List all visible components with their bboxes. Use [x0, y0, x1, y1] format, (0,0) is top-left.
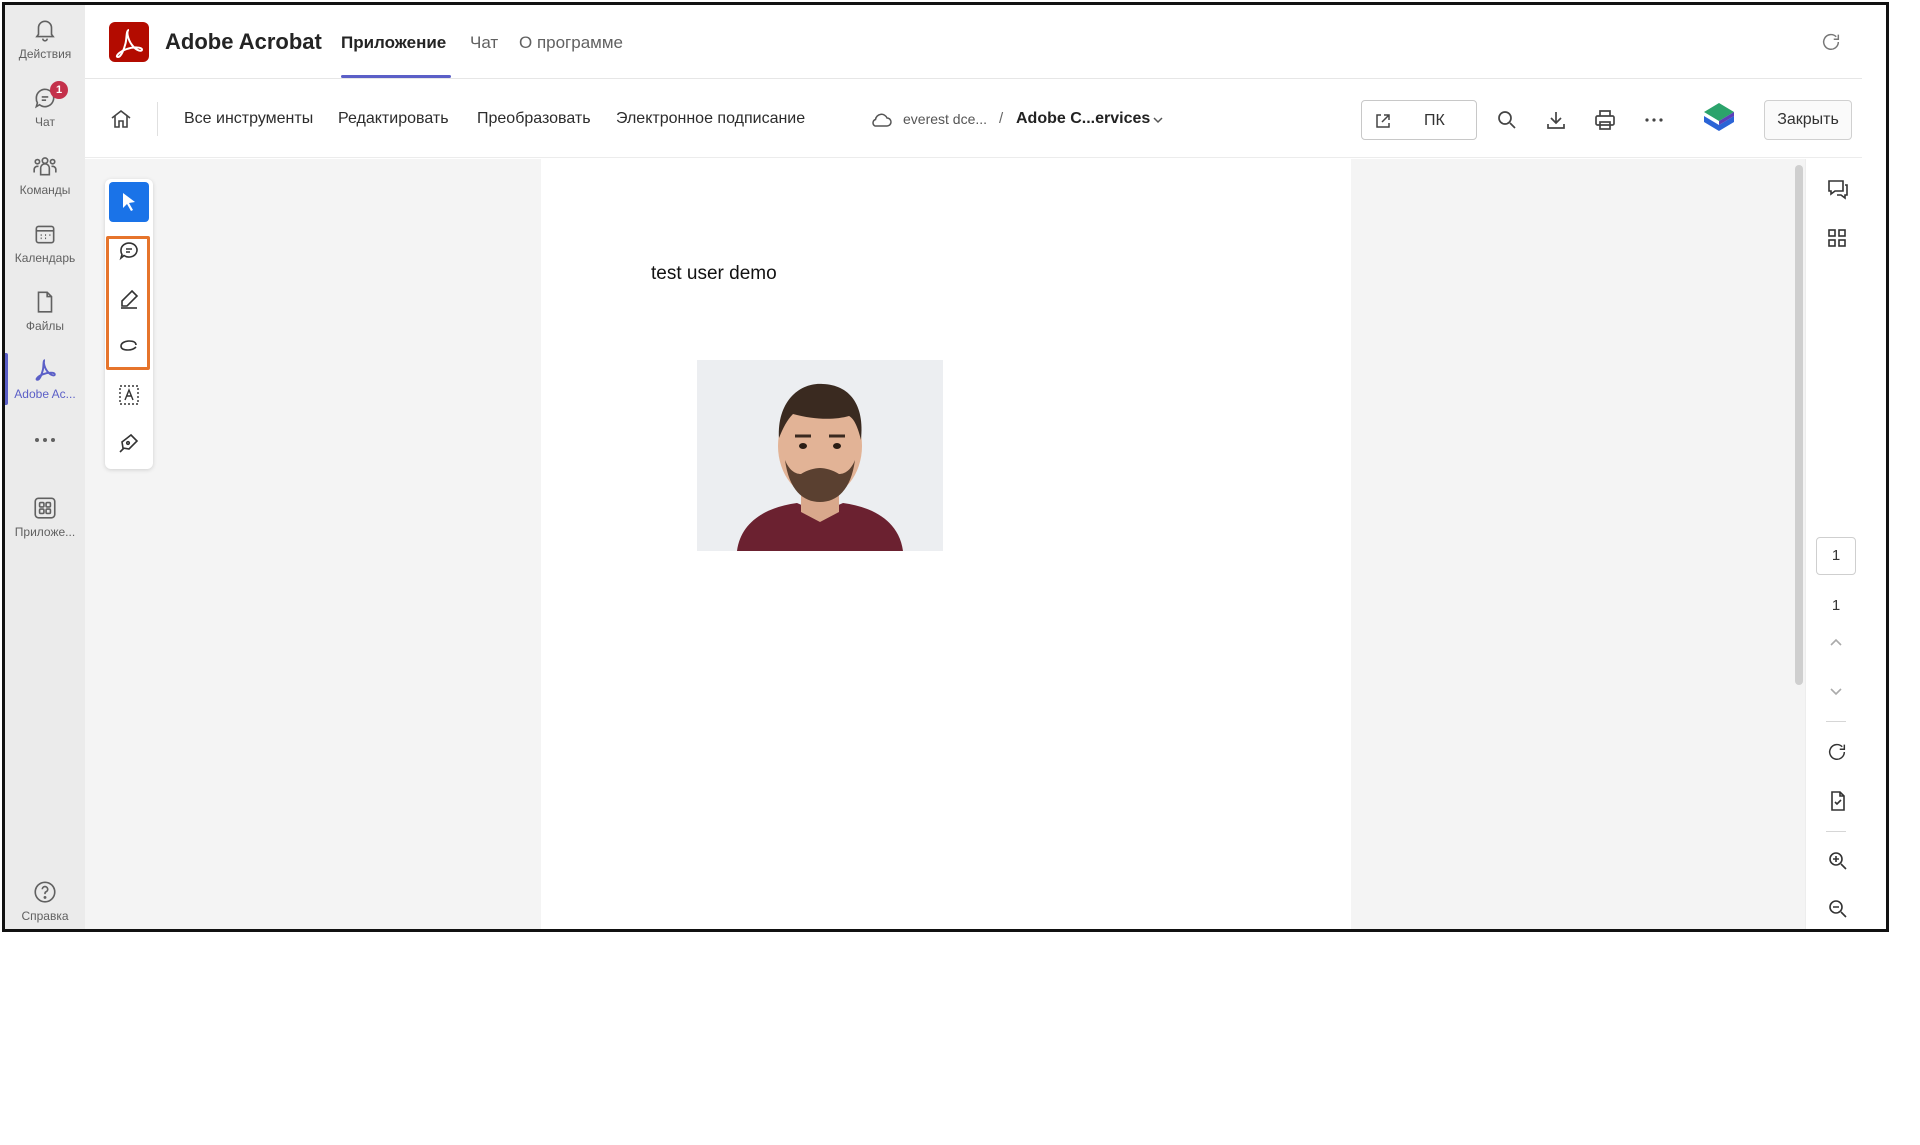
tab-about[interactable]: О программе: [519, 33, 623, 53]
download-button[interactable]: [1544, 108, 1568, 137]
user-avatar[interactable]: [1700, 100, 1738, 138]
rail-label: Команды: [19, 183, 71, 197]
rail-label: Приложе...: [14, 525, 76, 539]
comments-icon: [1828, 180, 1848, 200]
more-horizontal-icon: [1645, 118, 1663, 122]
tool-text-recognition[interactable]: [109, 375, 149, 415]
pdf-page[interactable]: test user demo: [541, 159, 1351, 929]
cloud-icon: [869, 109, 893, 134]
zoom-out-button[interactable]: [1826, 897, 1850, 926]
chat-badge: 1: [50, 81, 68, 99]
zoom-out-icon: [1829, 900, 1847, 918]
menu-convert[interactable]: Преобразовать: [477, 110, 591, 128]
document-workspace: test user demo 1 1: [85, 159, 1865, 929]
calendar-icon: [35, 225, 55, 244]
rail-item-calendar[interactable]: Календарь: [5, 221, 85, 265]
comments-panel-button[interactable]: [1826, 177, 1850, 206]
search-button[interactable]: [1495, 108, 1519, 137]
rail-label: Adobe Ac...: [14, 387, 76, 401]
acrobat-toolbar: Все инструменты Редактировать Преобразов…: [85, 80, 1862, 158]
text-select-icon: [119, 385, 139, 405]
home-button[interactable]: [109, 107, 133, 136]
cursor-arrow-icon: [123, 193, 135, 211]
app-header: Adobe Acrobat Приложение Чат О программе: [85, 5, 1862, 79]
rail-label: Файлы: [25, 319, 65, 333]
teams-app-rail: Действия 1 Чат Команды Календарь Файлы A…: [5, 5, 85, 929]
tab-chat[interactable]: Чат: [470, 33, 498, 53]
avatar-icon: [1704, 103, 1734, 131]
grid-icon: [1828, 229, 1846, 247]
open-external-icon: [1376, 114, 1390, 128]
rail-item-help[interactable]: Справка: [5, 879, 85, 923]
menu-all-tools[interactable]: Все инструменты: [184, 110, 313, 128]
rail-item-activity[interactable]: Действия: [5, 17, 85, 61]
rail-item-files[interactable]: Файлы: [5, 289, 85, 333]
document-tools-icon: [1831, 791, 1845, 811]
rail-divider: [1826, 721, 1846, 722]
chevron-down-icon: [1830, 688, 1842, 696]
tab-application[interactable]: Приложение: [341, 33, 446, 53]
rail-label: Календарь: [14, 251, 76, 265]
next-page-button[interactable]: [1826, 681, 1846, 706]
tool-sign[interactable]: [109, 423, 149, 463]
vertical-scrollbar[interactable]: [1795, 165, 1803, 685]
breadcrumb-separator: /: [999, 110, 1004, 127]
menu-edit[interactable]: Редактировать: [338, 110, 449, 128]
chevron-down-icon[interactable]: [1152, 113, 1164, 131]
rail-item-teams[interactable]: Команды: [5, 153, 85, 197]
total-pages: 1: [1831, 597, 1841, 614]
print-icon: [1595, 110, 1615, 130]
rail-item-more[interactable]: [5, 435, 85, 445]
current-page-input[interactable]: 1: [1816, 537, 1856, 575]
main-area: Adobe Acrobat Приложение Чат О программе…: [85, 5, 1865, 929]
page-tools-button[interactable]: [1826, 789, 1850, 818]
rotate-button[interactable]: [1826, 741, 1848, 768]
portrait-photo: [697, 360, 943, 551]
active-tab-indicator: [341, 75, 451, 78]
tool-group-highlight-box: [106, 236, 150, 370]
rail-item-apps[interactable]: Приложе...: [5, 495, 85, 539]
open-in-desktop-button[interactable]: ПК: [1361, 100, 1477, 140]
rail-label: Справка: [21, 909, 69, 923]
zoom-in-button[interactable]: [1826, 849, 1850, 878]
download-icon: [1547, 112, 1565, 129]
zoom-in-icon: [1829, 852, 1847, 870]
home-icon: [111, 109, 131, 128]
breadcrumb-file[interactable]: Adobe C...ervices: [1016, 110, 1150, 128]
close-button[interactable]: Закрыть: [1764, 100, 1852, 140]
more-options-button[interactable]: [1642, 108, 1666, 137]
signature-pen-icon: [119, 433, 139, 453]
help-icon: [34, 881, 56, 903]
open-in-label: ПК: [1424, 112, 1445, 129]
refresh-button[interactable]: [1820, 31, 1842, 58]
toolbar-divider: [157, 102, 158, 136]
acrobat-logo: [109, 22, 149, 62]
file-icon: [37, 291, 53, 313]
breadcrumb-folder[interactable]: everest dce...: [903, 111, 987, 127]
refresh-icon: [1822, 33, 1840, 50]
rail-item-adobe-acrobat[interactable]: Adobe Ac...: [5, 353, 85, 405]
screenshot-frame: Действия 1 Чат Команды Календарь Файлы A…: [2, 2, 1889, 932]
acrobat-icon: [35, 359, 56, 381]
apps-icon: [34, 497, 56, 519]
tool-select[interactable]: [109, 182, 149, 222]
more-icon: [35, 438, 55, 442]
bell-icon: [35, 20, 55, 42]
chevron-up-icon: [1830, 638, 1842, 646]
print-button[interactable]: [1593, 108, 1617, 137]
teams-icon: [33, 157, 57, 176]
rail-item-chat[interactable]: 1 Чат: [5, 81, 85, 129]
app-title: Adobe Acrobat: [165, 29, 322, 54]
previous-page-button[interactable]: [1826, 633, 1846, 658]
window-edge: [1862, 5, 1886, 929]
rotate-icon: [1828, 743, 1846, 760]
rail-divider: [1826, 831, 1846, 832]
rail-label: Чат: [35, 115, 55, 129]
thumbnails-panel-button[interactable]: [1826, 227, 1848, 254]
right-tool-rail: 1 1: [1805, 159, 1865, 929]
rail-label: Действия: [18, 47, 72, 61]
search-icon: [1498, 111, 1516, 129]
document-text: test user demo: [651, 263, 777, 284]
menu-e-sign[interactable]: Электронное подписание: [616, 110, 805, 128]
